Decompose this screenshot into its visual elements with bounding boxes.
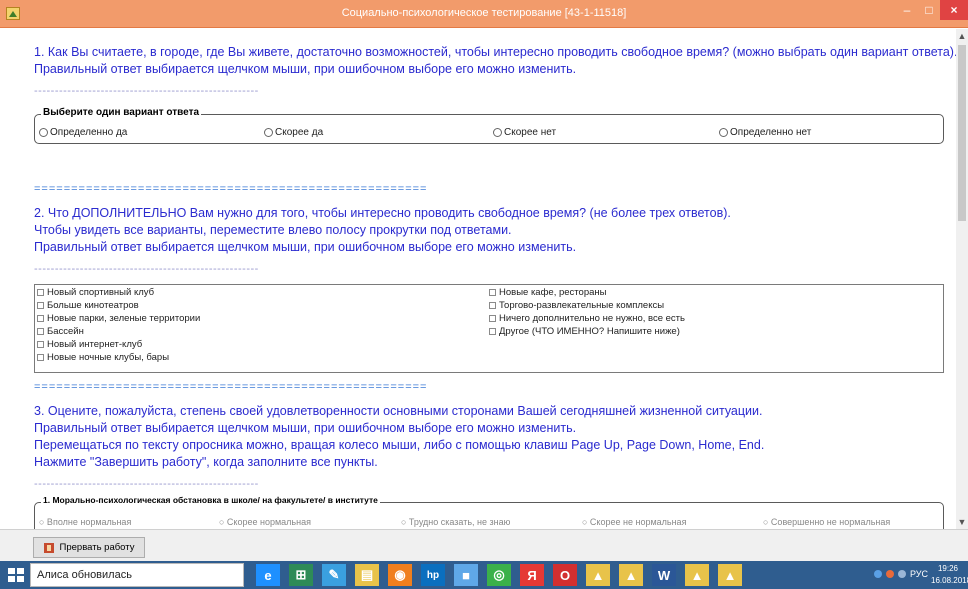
explorer-icon[interactable]: ▤ [355,564,379,586]
questionnaire-content[interactable]: 1. Как Вы считаете, в городе, где Вы жив… [0,29,956,529]
checkbox[interactable] [37,341,44,348]
checkbox-night-clubs[interactable]: Новые ночные клубы, бары [37,351,200,364]
window-controls: – □ × [896,0,968,20]
question-3-hint: Правильный ответ выбирается щелчком мыши… [34,421,577,435]
app-test-icon-4[interactable]: ▲ [718,564,742,586]
radio-option-rather-yes[interactable]: Скорее да [264,127,323,138]
screen-icon[interactable]: ■ [454,564,478,586]
question-2-text: 2. Что ДОПОЛНИТЕЛЬНО Вам нужно для того,… [34,205,731,256]
checkbox-parks[interactable]: Новые парки, зеленые территории [37,312,200,325]
dash-divider: ----------------------------------------… [34,478,259,490]
app-test-icon-2[interactable]: ▲ [619,564,643,586]
checkbox[interactable] [37,328,44,335]
checkbox[interactable] [37,315,44,322]
radio-option-faded[interactable]: ○ Скорее нормальная [219,517,311,527]
group-label: 1. Морально-психологическая обстановка в… [41,495,380,505]
checkbox-cafes[interactable]: Новые кафе, рестораны [489,286,685,299]
opera-icon[interactable]: O [553,564,577,586]
scroll-thumb[interactable] [958,45,966,221]
question-2-hint: Чтобы увидеть все варианты, переместите … [34,223,512,237]
question-3-hint: Нажмите "Завершить работу", когда заполн… [34,455,378,469]
windows-taskbar: Алиса обновилась e ⊞ ✎ ▤ ◉ hp ■ ◎ Я O ▲ ▲ W ▲ ▲ РУС 19… [0,561,968,589]
radio-option-rather-no[interactable]: Скорее нет [493,127,556,138]
radio-button[interactable] [264,128,273,137]
question-2-checklist: Новый спортивный клуб Больше кинотеатров… [34,284,944,373]
checkbox[interactable] [37,289,44,296]
question-2-line: 2. Что ДОПОЛНИТЕЛЬНО Вам нужно для того,… [34,206,731,220]
system-tray: РУС [873,569,928,579]
checkbox-nothing-needed[interactable]: Ничего дополнительно не нужно, все есть [489,312,685,325]
window-title: Социально-психологическое тестирование [… [341,7,627,19]
radio-button[interactable] [493,128,502,137]
checkbox[interactable] [489,289,496,296]
bottom-bar: Прервать работу [0,529,968,561]
radio-button[interactable] [39,128,48,137]
hp-icon[interactable]: hp [421,564,445,586]
chrome-icon[interactable]: ◎ [487,564,511,586]
taskbar-clock[interactable]: 19:26 16.08.2018 [931,563,968,587]
section-separator: ========================================… [34,381,428,393]
store-icon[interactable]: ⊞ [289,564,313,586]
radio-option-definitely-yes[interactable]: Определенно да [39,127,127,138]
checklist-column-1: Новый спортивный клуб Больше кинотеатров… [37,286,200,364]
radio-option-definitely-no[interactable]: Определенно нет [719,127,811,138]
group-label: Выберите один вариант ответа [41,107,202,118]
abort-work-button[interactable]: Прервать работу [33,537,145,558]
question-1-options-group: Выберите один вариант ответа Определенно… [34,107,944,144]
clock-date: 16.08.2018 [931,576,968,585]
help-icon[interactable] [873,570,882,578]
section-separator: ========================================… [34,183,428,195]
dash-divider: ----------------------------------------… [34,85,259,97]
checkbox[interactable] [37,302,44,309]
windows-start-icon[interactable] [8,568,24,582]
question-1-line: 1. Как Вы считаете, в городе, где Вы жив… [34,45,956,59]
scroll-down-icon[interactable]: ▼ [956,515,968,529]
question-1-hint: Правильный ответ выбирается щелчком мыши… [34,62,577,76]
taskbar-search-box[interactable]: Алиса обновилась [30,563,244,587]
question-2-hint: Правильный ответ выбирается щелчком мыши… [34,240,577,254]
close-button[interactable]: × [940,0,968,20]
checkbox[interactable] [489,315,496,322]
question-3-text: 3. Оцените, пожалуйста, степень своей уд… [34,403,764,471]
checkbox-malls[interactable]: Торгово-развлекательные комплексы [489,299,685,312]
vertical-scrollbar[interactable]: ▲ ▼ [956,29,968,529]
scroll-up-icon[interactable]: ▲ [956,29,968,43]
exit-icon [43,542,54,553]
clock-time: 19:26 [937,564,959,573]
app-test-icon-3[interactable]: ▲ [685,564,709,586]
checkbox-sport-club[interactable]: Новый спортивный клуб [37,286,200,299]
checkbox-internet-club[interactable]: Новый интернет-клуб [37,338,200,351]
pen-icon[interactable]: ✎ [322,564,346,586]
checkbox-pool[interactable]: Бассейн [37,325,200,338]
checkbox[interactable] [37,354,44,361]
title-bar: Социально-психологическое тестирование [… [0,0,968,28]
yandex-icon[interactable]: Я [520,564,544,586]
question-3-line: 3. Оцените, пожалуйста, степень своей уд… [34,404,763,418]
checkbox-other[interactable]: Другое (ЧТО ИМЕННО? Напишите ниже) [489,325,685,338]
language-indicator[interactable]: РУС [910,569,928,579]
word-icon[interactable]: W [652,564,676,586]
checkbox-cinemas[interactable]: Больше кинотеатров [37,299,200,312]
radio-option-faded[interactable]: ○ Скорее не нормальная [582,517,686,527]
checklist-column-2: Новые кафе, рестораны Торгово-развлекате… [489,286,685,338]
app-test-icon-1[interactable]: ▲ [586,564,610,586]
edge-icon[interactable]: e [256,564,280,586]
checkbox[interactable] [489,328,496,335]
radio-option-faded[interactable]: ○ Совершенно не нормальная [763,517,890,527]
question-1-text: 1. Как Вы считаете, в городе, где Вы жив… [34,44,956,78]
firefox-icon[interactable]: ◉ [388,564,412,586]
notification-icon[interactable] [885,570,894,578]
radio-button[interactable] [719,128,728,137]
minimize-button[interactable]: – [896,0,918,20]
question-3-item-1-group: 1. Морально-психологическая обстановка в… [34,495,944,529]
question-3-hint: Перемещаться по тексту опросника можно, … [34,438,765,452]
maximize-button[interactable]: □ [918,0,940,20]
checkbox[interactable] [489,302,496,309]
radio-option-faded[interactable]: ○ Вполне нормальная [39,517,131,527]
radio-option-faded[interactable]: ○ Трудно сказать, не знаю [401,517,510,527]
dash-divider: ----------------------------------------… [34,263,259,275]
volume-icon[interactable] [897,570,906,578]
